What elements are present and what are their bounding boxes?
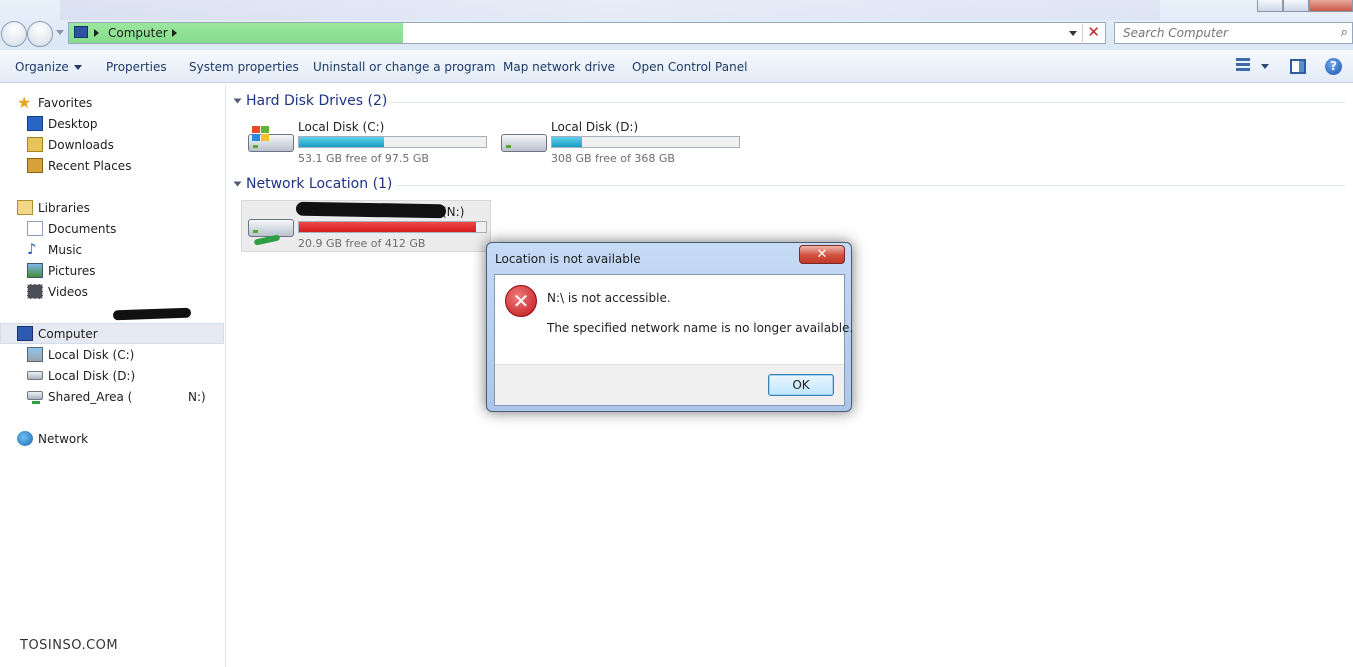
- forward-button[interactable]: [27, 21, 53, 47]
- sidebar-item-label: Recent Places: [48, 159, 132, 173]
- sidebar-item-label: Shared_Area (: [48, 390, 133, 404]
- system-drive-icon: [246, 126, 294, 156]
- group-header-label: Hard Disk Drives (2): [246, 93, 388, 109]
- collapse-icon: [233, 98, 242, 104]
- preview-pane-icon[interactable]: [1290, 59, 1306, 74]
- recent-places-icon: [27, 158, 43, 173]
- sidebar-item-label: Documents: [48, 222, 117, 236]
- sidebar-item-computer[interactable]: Computer: [0, 323, 224, 344]
- system-drive-icon: [27, 347, 43, 362]
- group-divider: [396, 185, 1345, 186]
- uninstall-program-button[interactable]: Uninstall or change a program: [313, 60, 496, 74]
- help-icon[interactable]: ?: [1325, 58, 1342, 75]
- dialog-detail: The specified network name is no longer …: [547, 321, 854, 335]
- computer-icon: [17, 326, 33, 341]
- sidebar-item-label: Pictures: [48, 264, 96, 278]
- address-separator: [1082, 24, 1083, 42]
- sidebar-item-label: Local Disk (D:): [48, 369, 136, 383]
- sidebar-item-label: Downloads: [48, 138, 114, 152]
- sidebar-item-label-suffix: N:): [188, 390, 206, 404]
- organize-label: Organize: [15, 60, 69, 74]
- search-icon[interactable]: ⌕: [1341, 25, 1348, 40]
- network-globe-icon: [17, 431, 33, 446]
- group-divider: [390, 102, 1345, 103]
- drive-usage-fill: [299, 137, 384, 147]
- group-header-network-location[interactable]: Network Location (1): [233, 176, 393, 192]
- title-bar-background: [60, 0, 1160, 20]
- drive-usage-bar: [551, 136, 740, 148]
- computer-icon: [74, 26, 88, 38]
- window-controls: [1257, 0, 1353, 12]
- sidebar-item-label: Libraries: [38, 201, 90, 215]
- network-drive-icon: [246, 211, 294, 246]
- drive-tile-c[interactable]: Local Disk (C:) 53.1 GB free of 97.5 GB: [242, 116, 492, 168]
- system-properties-button[interactable]: System properties: [189, 60, 299, 74]
- drive-tile-network[interactable]: (N:) 20.9 GB free of 412 GB: [241, 200, 491, 252]
- back-button[interactable]: [1, 21, 27, 47]
- pictures-icon: [27, 263, 43, 278]
- command-bar: Organize Properties System properties Un…: [0, 50, 1353, 83]
- drive-usage-bar: [298, 136, 487, 148]
- change-view-icon[interactable]: [1236, 58, 1250, 74]
- sidebar-item-label: Computer: [38, 327, 98, 341]
- ok-button[interactable]: OK: [768, 374, 834, 396]
- drive-free-space: 308 GB free of 368 GB: [551, 152, 675, 165]
- drive-usage-bar: [298, 221, 487, 233]
- stop-icon[interactable]: ✕: [1087, 23, 1100, 41]
- film-strip-icon: [27, 284, 43, 299]
- search-box[interactable]: ⌕: [1114, 22, 1353, 44]
- address-dropdown-icon[interactable]: [1069, 31, 1077, 36]
- hard-drive-icon: [499, 126, 547, 156]
- dialog-message: N:\ is not accessible.: [547, 291, 671, 305]
- breadcrumb-computer[interactable]: Computer: [108, 26, 168, 40]
- recent-pages-chevron-icon[interactable]: [56, 30, 64, 35]
- network-drive-icon: [27, 391, 43, 404]
- view-options-chevron-icon[interactable]: [1261, 64, 1269, 69]
- maximize-button[interactable]: [1283, 0, 1309, 12]
- watermark: TOSINSO.COM: [20, 638, 119, 653]
- properties-button[interactable]: Properties: [106, 60, 167, 74]
- chevron-down-icon: [73, 65, 82, 70]
- breadcrumb-arrow-icon[interactable]: [172, 29, 177, 37]
- drive-free-space: 53.1 GB free of 97.5 GB: [298, 152, 429, 165]
- dialog-title: Location is not available: [495, 252, 641, 266]
- drive-tile-d[interactable]: Local Disk (D:) 308 GB free of 368 GB: [495, 116, 745, 168]
- sidebar-item-label: Local Disk (C:): [48, 348, 135, 362]
- organize-button[interactable]: Organize: [15, 60, 82, 74]
- sidebar-item-shared-area[interactable]: Shared_Area ( N:): [27, 387, 217, 407]
- dialog-body: ✕ N:\ is not accessible. The specified n…: [494, 274, 853, 406]
- dialog-footer: OK: [495, 364, 844, 405]
- star-icon: ★: [17, 93, 32, 112]
- documents-icon: [27, 221, 43, 236]
- map-network-drive-button[interactable]: Map network drive: [503, 60, 615, 74]
- drive-name: Local Disk (D:): [551, 120, 639, 134]
- breadcrumb-arrow-icon[interactable]: [94, 29, 99, 37]
- collapse-icon: [233, 181, 242, 187]
- sidebar-item-label: Videos: [48, 285, 88, 299]
- drive-name: Local Disk (C:): [298, 120, 385, 134]
- sidebar-item-label: Desktop: [48, 117, 98, 131]
- music-note-icon: ♪: [27, 240, 37, 258]
- minimize-button[interactable]: [1257, 0, 1283, 12]
- downloads-folder-icon: [27, 137, 43, 152]
- error-icon: ✕: [505, 285, 537, 317]
- dialog-close-button[interactable]: ✕: [799, 245, 845, 264]
- sidebar-item-label: Music: [48, 243, 83, 257]
- desktop-icon: [27, 116, 43, 131]
- libraries-icon: [17, 200, 33, 215]
- close-window-button[interactable]: [1309, 0, 1353, 12]
- redaction-mark: [295, 201, 447, 219]
- group-header-label: Network Location (1): [246, 176, 393, 192]
- group-header-hard-disk-drives[interactable]: Hard Disk Drives (2): [233, 93, 388, 109]
- address-bar[interactable]: Computer ✕: [68, 22, 1106, 44]
- search-input[interactable]: [1115, 23, 1315, 43]
- error-dialog: Location is not available ✕ ✕ N:\ is not…: [486, 242, 853, 412]
- drive-usage-fill: [552, 137, 582, 147]
- sidebar-item-label: Favorites: [38, 96, 93, 110]
- sidebar-item-label: Network: [38, 432, 89, 446]
- open-control-panel-button[interactable]: Open Control Panel: [632, 60, 747, 74]
- hard-drive-icon: [27, 371, 43, 380]
- drive-usage-fill: [299, 222, 476, 232]
- drive-free-space: 20.9 GB free of 412 GB: [298, 237, 426, 250]
